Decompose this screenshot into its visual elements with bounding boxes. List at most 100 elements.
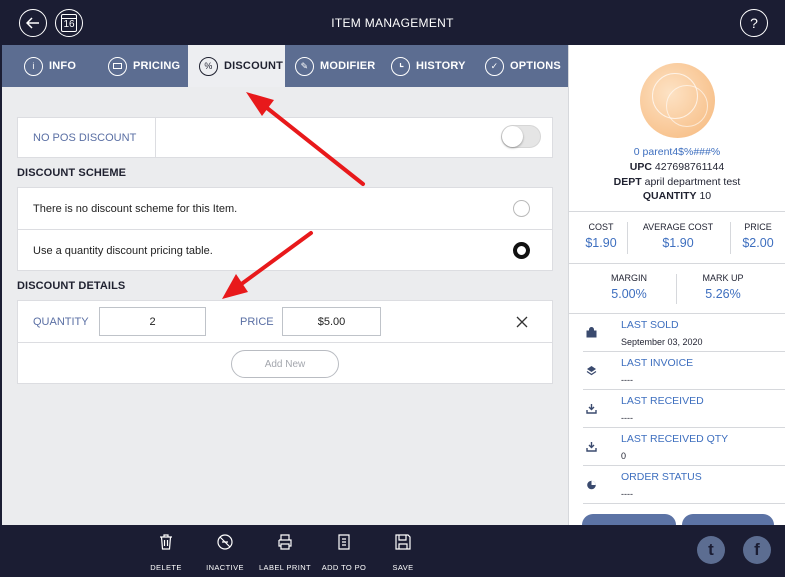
- tab-label: HISTORY: [416, 60, 466, 72]
- row-value: September 03, 2020: [621, 337, 703, 347]
- divider: [676, 274, 677, 304]
- markup-stat: MARK UP 5.26%: [688, 273, 758, 301]
- add-new-button[interactable]: Add New: [231, 350, 339, 378]
- page-title: ITEM MANAGEMENT: [331, 16, 454, 30]
- price-stat: PRICE $2.00: [733, 222, 783, 250]
- tab-pricing[interactable]: PRICING: [96, 45, 188, 87]
- inactive-label: INACTIVE: [206, 563, 244, 572]
- price-value: $2.00: [742, 236, 774, 250]
- dept-value: april department test: [644, 176, 741, 188]
- label-print-label: LABEL PRINT: [258, 563, 312, 572]
- pricing-icon: [108, 56, 127, 76]
- scheme-option-label: Use a quantity discount pricing table.: [33, 245, 213, 257]
- divider: [155, 118, 156, 157]
- layers-icon: [585, 365, 597, 377]
- row-value: ----: [621, 375, 633, 385]
- scheme-option-none[interactable]: There is no discount scheme for this Ite…: [18, 188, 552, 230]
- check-icon: ✓: [485, 56, 504, 76]
- price-label: PRICE: [240, 316, 274, 328]
- markup-label: MARK UP: [702, 273, 744, 283]
- label-print-button[interactable]: LABEL PRINT: [257, 533, 313, 572]
- row-title: LAST RECEIVED QTY: [621, 433, 729, 445]
- sidebar-action-button-left[interactable]: [582, 514, 676, 525]
- pencil-icon: ✎: [295, 56, 314, 76]
- last-received-row: LAST RECEIVED ----: [583, 390, 785, 428]
- cost-stats: COST $1.90 AVERAGE COST $1.90 PRICE $2.0…: [569, 211, 785, 263]
- margin-label: MARGIN: [611, 273, 647, 283]
- discount-scheme-card: There is no discount scheme for this Ite…: [17, 187, 553, 271]
- average-cost-label: AVERAGE COST: [642, 222, 714, 232]
- order-status-icon: [585, 479, 597, 491]
- tab-options[interactable]: ✓ OPTIONS: [475, 45, 568, 87]
- twitter-icon[interactable]: t: [697, 536, 725, 564]
- inactive-icon: [217, 534, 233, 550]
- last-received-qty-row: LAST RECEIVED QTY 0: [583, 428, 785, 466]
- row-value: ----: [621, 489, 633, 499]
- percent-icon: %: [199, 56, 218, 76]
- tab-label: INFO: [49, 60, 77, 72]
- inactive-button[interactable]: INACTIVE: [203, 533, 247, 572]
- tab-discount[interactable]: % DISCOUNT: [188, 45, 285, 87]
- product-name: 0 parent4$%###%: [633, 146, 721, 158]
- no-pos-discount-label: NO POS DISCOUNT: [33, 132, 137, 144]
- clock-icon: [391, 56, 410, 76]
- tab-info[interactable]: i INFO: [2, 45, 96, 87]
- twitter-glyph: t: [708, 540, 714, 559]
- quantity-label: QUANTITY: [33, 316, 89, 328]
- add-to-po-button[interactable]: ADD TO PO: [318, 533, 370, 572]
- margin-value: 5.00%: [611, 287, 647, 301]
- row-title: LAST INVOICE: [621, 357, 694, 369]
- row-value: ----: [621, 413, 633, 423]
- receive-icon: [585, 403, 597, 415]
- price-input[interactable]: $5.00: [282, 307, 381, 336]
- dept-label: DEPT: [613, 176, 642, 188]
- tab-label: MODIFIER: [320, 60, 376, 72]
- save-label: SAVE: [392, 563, 414, 572]
- cost-stat: COST $1.90: [577, 222, 625, 250]
- scheme-none-radio[interactable]: [513, 200, 530, 217]
- delete-label: DELETE: [150, 563, 182, 572]
- divider: [730, 222, 731, 254]
- item-summary-sidebar: 0 parent4$%###% UPC 427698761144 DEPT ap…: [568, 45, 785, 525]
- facebook-glyph: f: [754, 540, 760, 559]
- row-title: LAST RECEIVED: [621, 395, 704, 407]
- printer-icon: [278, 534, 292, 550]
- upc-value: 427698761144: [654, 161, 725, 173]
- tab-label: OPTIONS: [510, 60, 561, 72]
- divider: [627, 222, 628, 254]
- discount-details-title: DISCOUNT DETAILS: [17, 280, 126, 292]
- row-title: ORDER STATUS: [621, 471, 702, 483]
- scheme-quantity-radio[interactable]: [513, 242, 530, 259]
- last-sold-row: LAST SOLD September 03, 2020: [583, 314, 785, 352]
- tab-bar: i INFO PRICING % DISCOUNT ✎ MODIFIER HIS…: [2, 45, 568, 87]
- discount-panel: NO POS DISCOUNT DISCOUNT SCHEME There is…: [2, 87, 568, 525]
- price-label: PRICE: [744, 222, 772, 232]
- discount-scheme-title: DISCOUNT SCHEME: [17, 167, 127, 179]
- sidebar-action-button-right[interactable]: [682, 514, 774, 525]
- tab-history[interactable]: HISTORY: [381, 45, 475, 87]
- row-value: 0: [621, 451, 627, 461]
- close-icon[interactable]: [516, 316, 528, 328]
- quantity-input[interactable]: 2: [99, 307, 206, 336]
- cost-label: COST: [588, 222, 614, 232]
- facebook-icon[interactable]: f: [743, 536, 771, 564]
- no-pos-discount-row: NO POS DISCOUNT: [17, 117, 553, 158]
- order-status-row: ORDER STATUS ----: [583, 466, 785, 504]
- tab-label: PRICING: [133, 60, 181, 72]
- help-button[interactable]: ?: [740, 9, 768, 37]
- qty-label: QUANTITY: [642, 190, 697, 202]
- scheme-option-label: There is no discount scheme for this Ite…: [33, 203, 238, 215]
- add-to-po-icon: [338, 534, 350, 550]
- tab-modifier[interactable]: ✎ MODIFIER: [285, 45, 381, 87]
- upc-label: UPC: [629, 161, 652, 173]
- cost-value: $1.90: [585, 236, 617, 250]
- margin-stat: MARGIN 5.00%: [593, 273, 665, 301]
- delete-button[interactable]: DELETE: [146, 533, 186, 572]
- no-pos-discount-toggle[interactable]: [501, 125, 541, 148]
- receive-qty-icon: [585, 441, 597, 453]
- scheme-option-quantity[interactable]: Use a quantity discount pricing table.: [18, 230, 552, 271]
- row-title: LAST SOLD: [621, 319, 679, 331]
- save-button[interactable]: SAVE: [385, 533, 421, 572]
- qty-value: 10: [699, 190, 712, 202]
- add-to-po-label: ADD TO PO: [321, 563, 367, 572]
